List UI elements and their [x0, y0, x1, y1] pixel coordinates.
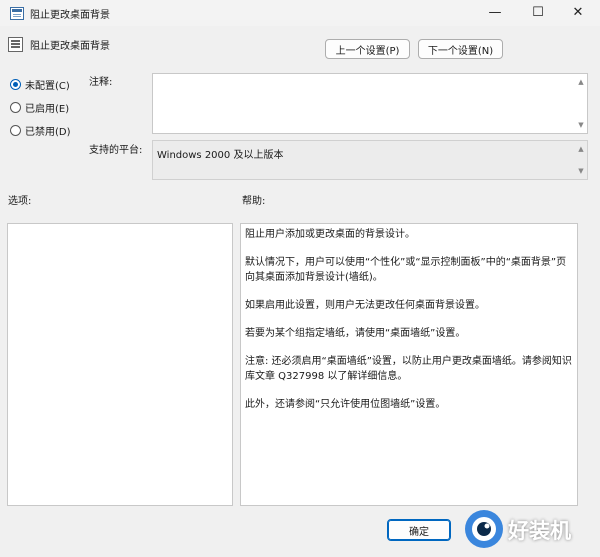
platform-field: Windows 2000 及以上版本 ▲ ▼: [152, 140, 588, 180]
state-radio-group: 未配置(C) 已启用(E) 已禁用(D): [10, 77, 71, 138]
watermark-logo: 好装机: [463, 505, 600, 554]
next-setting-button[interactable]: 下一个设置(N): [418, 39, 503, 59]
radio-enabled[interactable]: 已启用(E): [10, 100, 71, 115]
help-panel: 阻止用户添加或更改桌面的背景设计。 默认情况下，用户可以使用“个性化”或“显示控…: [240, 223, 578, 506]
scroll-down-arrow-icon[interactable]: ▼: [575, 119, 587, 131]
window-title: 阻止更改桌面背景: [30, 10, 110, 21]
setting-title: 阻止更改桌面背景: [30, 41, 110, 52]
watermark-text: 好装机: [508, 519, 571, 543]
maximize-button[interactable]: ☐: [516, 0, 560, 24]
options-panel: [7, 223, 233, 506]
help-paragraph: 如果启用此设置，则用户无法更改任何桌面背景设置。: [245, 300, 485, 311]
help-paragraph: 若要为某个组指定墙纸，请使用“桌面墙纸”设置。: [245, 328, 466, 339]
ok-button[interactable]: 确定: [387, 519, 451, 541]
previous-setting-button[interactable]: 上一个设置(P): [325, 39, 410, 59]
scroll-down-arrow-icon[interactable]: ▼: [575, 165, 587, 177]
radio-indicator[interactable]: [10, 101, 21, 113]
policy-window-icon: [10, 7, 24, 20]
radio-disabled[interactable]: 已禁用(D): [10, 123, 71, 138]
radio-indicator-selected[interactable]: [10, 78, 21, 90]
close-button[interactable]: ✕: [556, 0, 600, 24]
help-paragraph: 此外，还请参阅“只允许使用位图墙纸”设置。: [245, 399, 446, 410]
radio-label-enabled: 已启用(E): [25, 103, 70, 115]
comment-label: 注释:: [89, 77, 113, 88]
radio-not-configured[interactable]: 未配置(C): [10, 77, 71, 92]
platform-value: Windows 2000 及以上版本: [157, 150, 284, 161]
radio-label-disabled: 已禁用(D): [25, 126, 71, 138]
options-label: 选项:: [8, 196, 32, 207]
title-bar: 阻止更改桌面背景 — ☐ ✕: [0, 0, 600, 26]
radio-label-not-configured: 未配置(C): [25, 80, 70, 92]
help-paragraph: 注意: 还必须启用“桌面墙纸”设置，以防止用户更改桌面墙纸。请参阅知识库文章 Q…: [245, 356, 572, 382]
help-paragraph: 默认情况下，用户可以使用“个性化”或“显示控制面板”中的“桌面背景”页向其桌面添…: [245, 257, 567, 283]
scroll-up-arrow-icon[interactable]: ▲: [575, 76, 587, 88]
policy-setting-icon: [8, 37, 23, 52]
help-label: 帮助:: [242, 196, 266, 207]
minimize-button[interactable]: —: [473, 0, 517, 24]
radio-indicator[interactable]: [10, 124, 21, 136]
platform-label: 支持的平台:: [89, 145, 143, 156]
help-paragraph: 阻止用户添加或更改桌面的背景设计。: [245, 229, 415, 240]
scroll-up-arrow-icon[interactable]: ▲: [575, 143, 587, 155]
comment-textarea[interactable]: ▲ ▼: [152, 73, 588, 134]
